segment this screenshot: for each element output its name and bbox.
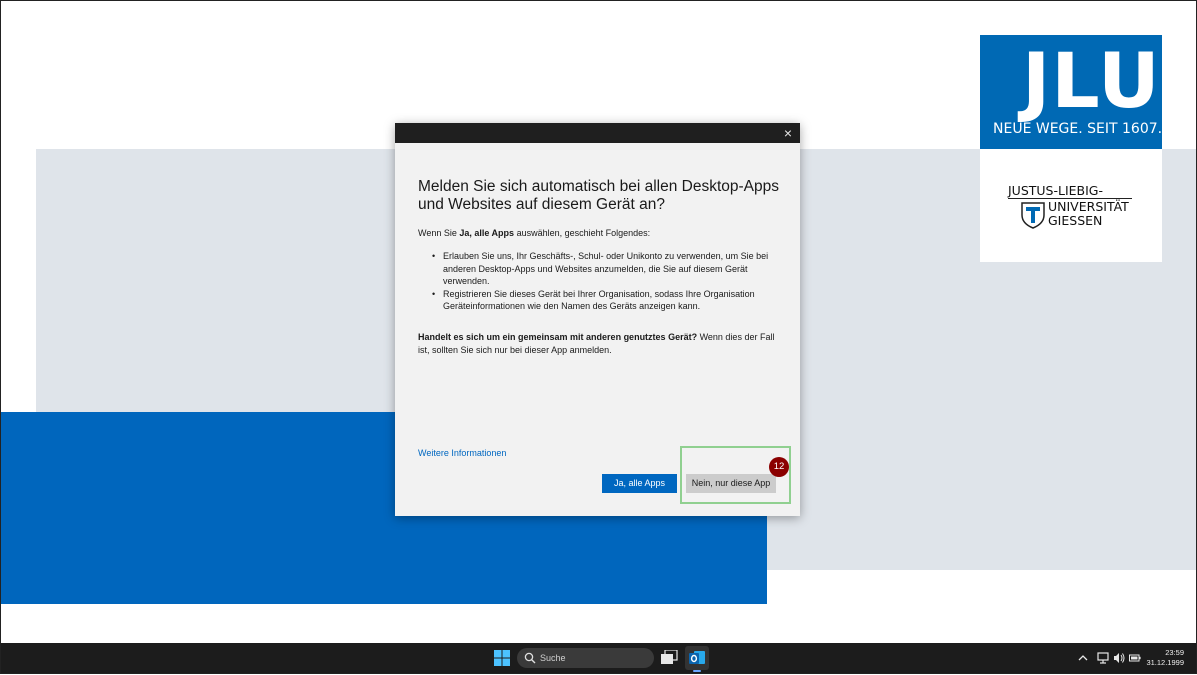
logo-initials: JLU <box>1022 36 1161 125</box>
list-item: Registrieren Sie dieses Gerät bei Ihrer … <box>432 288 777 313</box>
intro-bold: Ja, alle Apps <box>459 228 515 238</box>
task-view-icon[interactable] <box>661 650 678 665</box>
taskbar-search-box[interactable]: Suche <box>517 648 654 668</box>
sign-in-dialog: × Melden Sie sich automatisch bei allen … <box>395 123 800 516</box>
list-item: Erlauben Sie uns, Ihr Geschäfts-, Schul-… <box>432 250 777 288</box>
dialog-intro: Wenn Sie Ja, alle Apps auswählen, geschi… <box>418 228 788 238</box>
jlu-logo: JLU NEUE WEGE. SEIT 1607. <box>980 35 1162 149</box>
outlook-icon <box>689 651 705 664</box>
dialog-titlebar: × <box>395 123 800 143</box>
university-logo: JUSTUS-LIEBIG- UNIVERSITÄT GIESSEN <box>980 149 1162 262</box>
university-name-line2: UNIVERSITÄT <box>1048 199 1129 214</box>
chevron-up-icon[interactable] <box>1077 651 1089 665</box>
shared-device-question: Handelt es sich um ein gemeinsam mit and… <box>418 332 698 342</box>
clock-date[interactable]: 31.12.1999 <box>1146 658 1184 667</box>
clock-time[interactable]: 23:59 <box>1165 648 1184 657</box>
search-placeholder: Suche <box>540 653 566 663</box>
consequence-list: Erlauben Sie uns, Ihr Geschäfts-, Schul-… <box>432 250 777 313</box>
university-name-line1: JUSTUS-LIEBIG- <box>1008 183 1104 198</box>
shared-device-note: Handelt es sich um ein gemeinsam mit and… <box>418 331 788 357</box>
taskbar: Suche 23:59 31.12.1999 <box>1 643 1196 673</box>
dialog-title: Melden Sie sich automatisch bei allen De… <box>418 178 779 213</box>
outlook-taskbar-button[interactable] <box>685 646 709 670</box>
more-info-link[interactable]: Weitere Informationen <box>418 448 506 458</box>
battery-icon[interactable] <box>1129 651 1141 665</box>
volume-icon[interactable] <box>1113 651 1125 665</box>
windows-start-icon[interactable] <box>494 650 510 666</box>
active-app-indicator <box>693 670 701 672</box>
university-name-line3: GIESSEN <box>1048 213 1103 228</box>
no-this-app-only-button[interactable]: Nein, nur diese App <box>686 474 776 493</box>
logo-tagline: NEUE WEGE. SEIT 1607. <box>993 121 1163 137</box>
yes-all-apps-button[interactable]: Ja, alle Apps <box>602 474 677 493</box>
university-seal-icon <box>1021 202 1045 229</box>
search-icon <box>524 652 536 664</box>
network-icon[interactable] <box>1097 651 1109 665</box>
close-icon[interactable]: × <box>784 124 792 142</box>
intro-prefix: Wenn Sie <box>418 228 460 238</box>
intro-suffix: auswählen, geschieht Folgendes: <box>514 228 651 238</box>
step-badge: 12 <box>769 457 789 477</box>
